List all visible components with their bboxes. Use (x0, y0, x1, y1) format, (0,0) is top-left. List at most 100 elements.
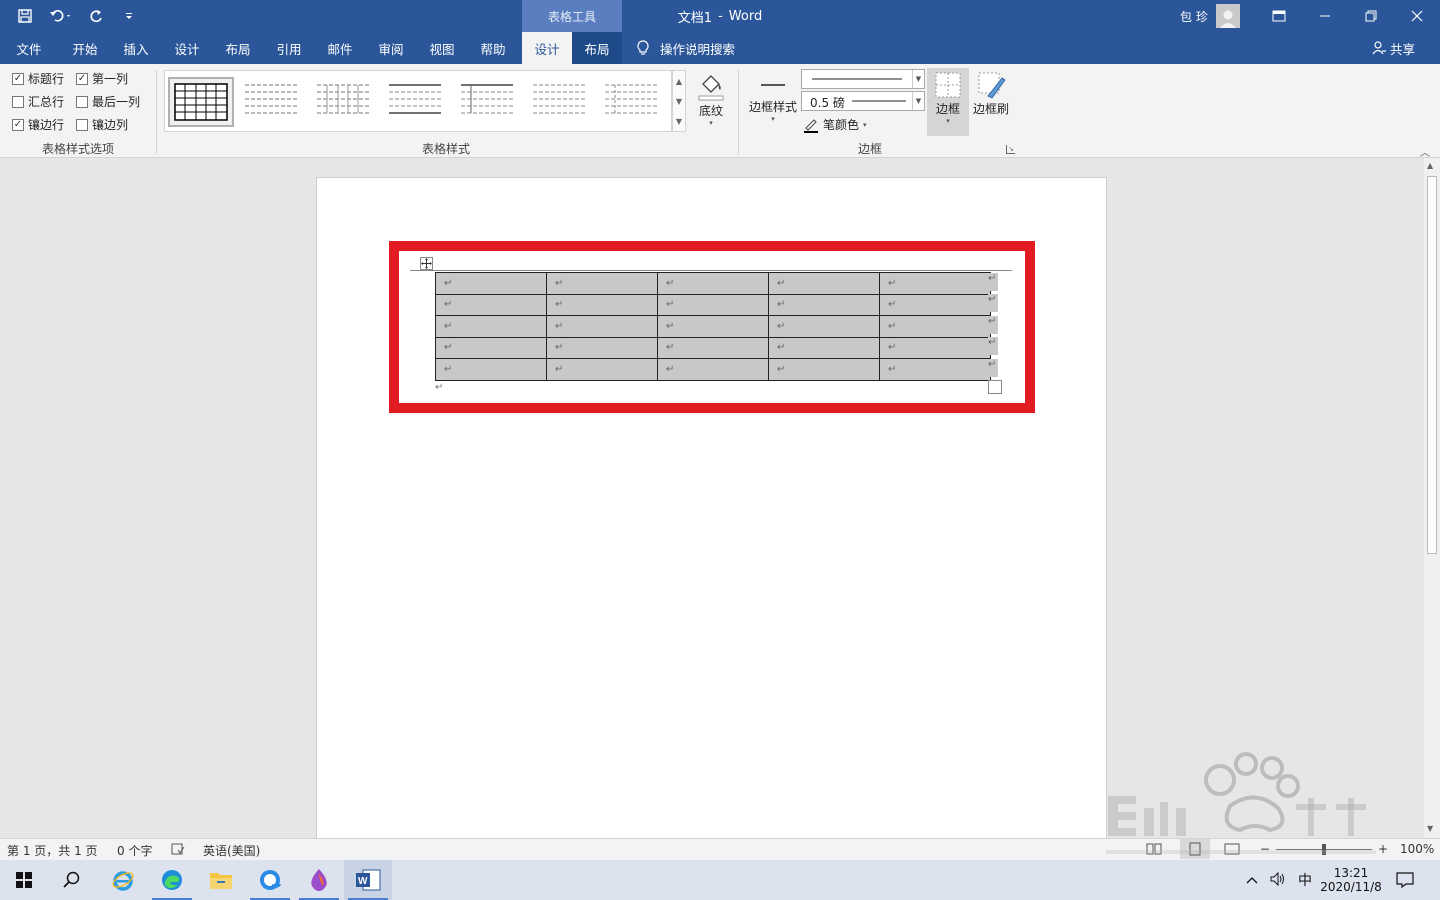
tab-design[interactable]: 设计 (162, 32, 212, 64)
volume-icon[interactable] (1270, 871, 1286, 889)
word-count[interactable]: 0 个字 (117, 842, 152, 859)
share-button[interactable]: 共享 (1372, 32, 1415, 64)
undo-icon (50, 10, 70, 22)
pen-weight-value: 0.5 磅 (810, 96, 845, 110)
table-style-plain-6[interactable] (600, 77, 666, 127)
customize-qat-button[interactable] (118, 5, 140, 27)
speaker-icon (1270, 871, 1284, 886)
ime-indicator[interactable]: 中 (1298, 870, 1312, 890)
total-row-checkbox[interactable]: 汇总行 (12, 93, 64, 110)
tab-references[interactable]: 引用 (264, 32, 314, 64)
ribbon-tabs: 文件 开始 插入 设计 布局 引用 邮件 审阅 视图 帮助 设计 布局 操作说明… (0, 32, 1440, 64)
table-style-plain-2[interactable] (312, 77, 378, 127)
web-layout-icon[interactable] (1224, 842, 1240, 859)
tell-me-search[interactable]: 操作说明搜索 (636, 32, 735, 64)
read-mode-icon[interactable] (1146, 842, 1162, 859)
paint-bucket-icon (698, 75, 724, 101)
table-style-plain-5[interactable] (528, 77, 594, 127)
redo-button[interactable] (86, 5, 108, 27)
restore-icon (1365, 10, 1377, 22)
checkbox-checked: ✓ (76, 72, 88, 85)
shading-label: 底纹 (698, 104, 723, 118)
first-column-label: 第一列 (92, 72, 129, 86)
taskbar-browser[interactable] (246, 860, 294, 900)
gallery-more-icon[interactable]: ▼ (676, 117, 682, 126)
table-style-plain-4[interactable] (456, 77, 522, 127)
ribbon-display-options-button[interactable] (1256, 0, 1302, 32)
zoom-out-icon[interactable]: − (1260, 842, 1270, 856)
vertical-scrollbar[interactable]: ▲ ▼ (1424, 158, 1440, 838)
pen-color-button[interactable]: 笔颜色 ▾ (803, 116, 867, 133)
gallery-scroll[interactable]: ▲ ▼ ▼ (672, 70, 686, 132)
pen-weight-dropdown[interactable]: 0.5 磅 ▼ (801, 91, 925, 111)
table-style-plain-3[interactable] (384, 77, 450, 127)
tab-table-design[interactable]: 设计 (522, 32, 572, 64)
zoom-slider-thumb[interactable] (1322, 844, 1326, 855)
header-row-label: 标题行 (28, 72, 65, 86)
restore-button[interactable] (1348, 0, 1394, 32)
tab-mailings[interactable]: 邮件 (315, 32, 365, 64)
user-account[interactable]: 包 珍 (1180, 0, 1240, 32)
windows-icon (16, 872, 32, 888)
close-button[interactable] (1394, 0, 1440, 32)
header-row-checkbox[interactable]: ✓ 标题行 (12, 70, 64, 87)
tab-view[interactable]: 视图 (417, 32, 467, 64)
language[interactable]: 英语(美国) (203, 842, 260, 859)
document-name: 文档1 (677, 10, 713, 26)
table-style-plain-1[interactable] (240, 77, 306, 127)
borders-icon (935, 72, 961, 98)
chevron-down-icon: ▼ (912, 70, 924, 88)
chevron-down-icon[interactable]: ▼ (676, 97, 682, 106)
chevron-up-icon[interactable]: ▲ (676, 77, 682, 86)
chevron-up-icon[interactable]: ▲ (1427, 161, 1433, 170)
zoom-in-icon[interactable]: + (1378, 842, 1388, 856)
banded-columns-checkbox[interactable]: 镶边列 (76, 116, 128, 133)
taskbar-app[interactable] (295, 860, 343, 900)
search-button[interactable] (48, 860, 96, 900)
banded-rows-checkbox[interactable]: ✓ 镶边行 (12, 116, 64, 133)
user-name: 包 珍 (1180, 9, 1208, 24)
first-column-checkbox[interactable]: ✓ 第一列 (76, 70, 128, 87)
folder-icon (210, 873, 232, 889)
dialog-launcher-icon[interactable]: ↘ (1006, 145, 1015, 154)
window-title: 文档1 - Word (660, 0, 780, 32)
collapse-ribbon-icon[interactable]: ︿ (1420, 144, 1430, 159)
undo-button[interactable] (46, 5, 76, 27)
tab-insert[interactable]: 插入 (111, 32, 161, 64)
tab-file[interactable]: 文件 (4, 32, 54, 64)
shading-button[interactable]: 底纹 ▾ (692, 70, 730, 127)
borders-button[interactable]: 边框 ▾ (927, 68, 969, 136)
chevron-down-icon (126, 13, 132, 19)
line-style-dropdown[interactable]: ▼ (801, 69, 925, 89)
tab-review[interactable]: 审阅 (366, 32, 416, 64)
tab-help[interactable]: 帮助 (468, 32, 518, 64)
taskbar-edge[interactable] (148, 860, 196, 900)
print-layout-icon (1189, 842, 1201, 856)
taskbar-file-explorer[interactable] (197, 860, 245, 900)
print-layout-icon[interactable] (1180, 839, 1210, 859)
taskbar-ie[interactable] (99, 860, 147, 900)
last-column-checkbox[interactable]: 最后一列 (76, 93, 140, 110)
proofing-icon[interactable] (171, 842, 185, 859)
border-styles-button[interactable]: 边框样式 ▾ (746, 72, 800, 123)
minimize-button[interactable] (1302, 0, 1348, 32)
page-count[interactable]: 第 1 页，共 1 页 (7, 842, 98, 859)
zoom-level[interactable]: 100% (1400, 842, 1434, 856)
tab-layout[interactable]: 布局 (213, 32, 263, 64)
tab-table-layout[interactable]: 布局 (572, 32, 622, 64)
chevron-up-icon[interactable] (1246, 873, 1258, 887)
tab-home[interactable]: 开始 (60, 32, 110, 64)
border-styles-label: 边框样式 (748, 100, 797, 114)
system-tray: 中 (1246, 860, 1312, 900)
table-style-grid[interactable] (168, 77, 234, 127)
chevron-down-icon[interactable]: ▼ (1427, 824, 1433, 833)
save-button[interactable] (14, 5, 36, 27)
taskbar-word[interactable]: W (344, 860, 392, 900)
notification-center-button[interactable] (1396, 860, 1414, 900)
scrollbar-thumb[interactable] (1427, 176, 1437, 554)
avatar[interactable] (1215, 4, 1240, 28)
checkbox-checked: ✓ (12, 118, 24, 131)
border-painter-button[interactable]: 边框刷 (971, 70, 1011, 117)
start-button[interactable] (0, 860, 48, 900)
clock[interactable]: 13:21 2020/11/8 (1318, 860, 1384, 900)
